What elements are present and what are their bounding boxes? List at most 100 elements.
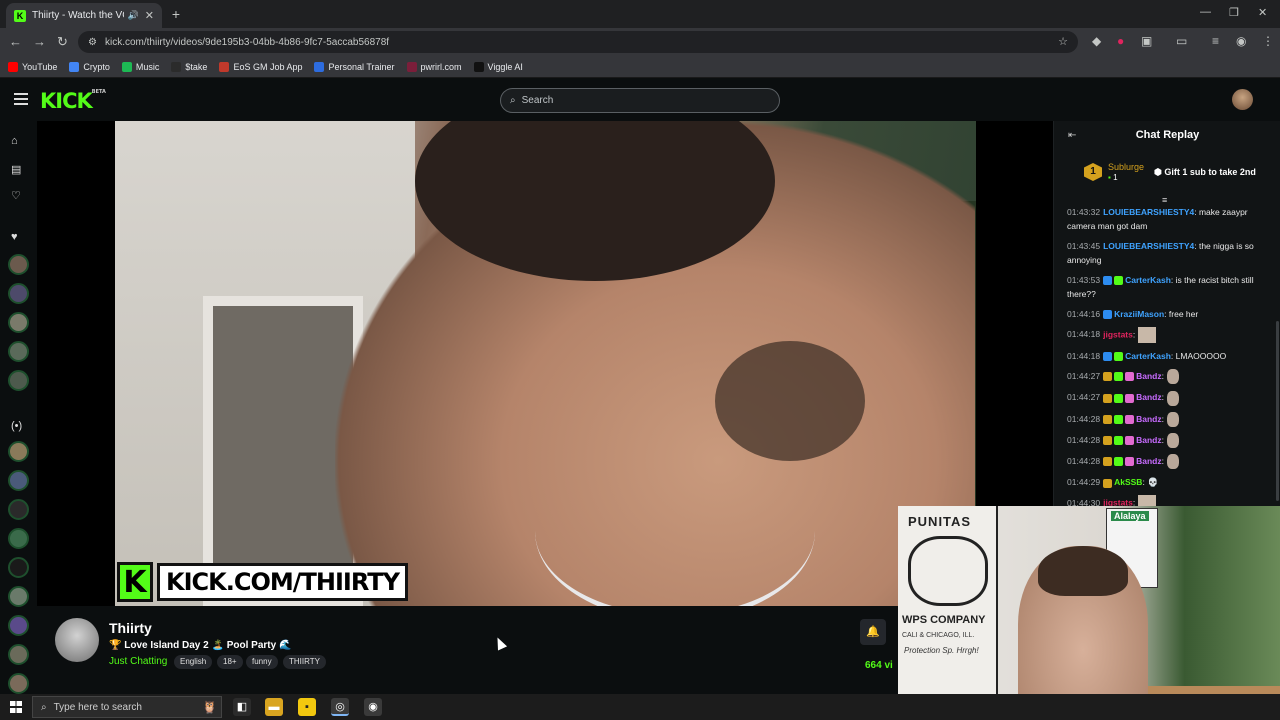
- close-window-icon[interactable]: ✕: [1258, 6, 1267, 19]
- emote-image-icon: [1138, 327, 1157, 343]
- followed-channel-avatar[interactable]: [8, 370, 29, 391]
- bookmark-item[interactable]: Viggle AI: [473, 61, 523, 72]
- hamburger-menu-icon[interactable]: [14, 93, 28, 105]
- restore-icon[interactable]: ❐: [1229, 6, 1239, 19]
- bookmark-item[interactable]: Personal Trainer: [314, 61, 395, 72]
- new-tab-button[interactable]: +: [167, 5, 185, 23]
- back-icon[interactable]: ←: [9, 34, 22, 49]
- bookmark-item[interactable]: EoS GM Job App: [219, 61, 302, 72]
- bookmark-item[interactable]: Crypto: [69, 61, 110, 72]
- recommended-channel-avatar[interactable]: [8, 615, 29, 636]
- home-icon[interactable]: ⌂: [11, 135, 18, 147]
- browser-tab-active[interactable]: K Thiirty - Watch the VOD on 🔊 ✕: [6, 3, 162, 28]
- category-link[interactable]: Just Chatting: [109, 656, 167, 667]
- bookmark-item[interactable]: YouTube: [8, 61, 57, 72]
- bookmark-item[interactable]: $take: [171, 61, 207, 72]
- bookmark-label: Personal Trainer: [328, 61, 395, 72]
- chat-scrollbar[interactable]: [1276, 321, 1279, 501]
- followed-channel-avatar[interactable]: [8, 312, 29, 333]
- bookmark-item[interactable]: Music: [121, 61, 159, 72]
- record-extension-icon[interactable]: ●: [1117, 34, 1124, 48]
- user-avatar[interactable]: [1232, 89, 1253, 110]
- user-badge-icon: [1125, 436, 1135, 445]
- chat-message: 01:44:29 AkSSB: 💀: [1067, 475, 1273, 489]
- user-badge-icon: [1114, 372, 1124, 382]
- search-placeholder: Search: [521, 95, 554, 106]
- notification-bell-button[interactable]: 🔔: [860, 619, 886, 645]
- channel-name[interactable]: Thiirty: [109, 620, 152, 636]
- channel-info: Thiirty 🏆 Love Island Day 2 🏝️ Pool Part…: [37, 606, 897, 694]
- user-badge-icon: [1103, 478, 1113, 488]
- chat-username[interactable]: KraziiMason: [1114, 309, 1164, 319]
- followed-channel-avatar[interactable]: [8, 254, 29, 275]
- followed-channel-avatar[interactable]: [8, 283, 29, 304]
- pen-icon: [314, 61, 325, 72]
- user-badge-icon: [1125, 372, 1135, 382]
- menu-kebab-icon[interactable]: ⋮: [1262, 34, 1274, 48]
- chat-message: 01:43:45 LOUIEBEARSHIESTY4: the nigga is …: [1067, 239, 1273, 267]
- followed-channel-avatar[interactable]: [8, 341, 29, 362]
- stake-icon: [171, 61, 182, 72]
- search-input[interactable]: ⌕ Search: [500, 88, 780, 113]
- recommended-channel-avatar[interactable]: [8, 470, 29, 491]
- reload-icon[interactable]: ↻: [57, 34, 68, 50]
- site-info-icon[interactable]: ⚙: [88, 37, 97, 48]
- chat-username[interactable]: Bandz: [1136, 414, 1162, 424]
- recommended-channel-avatar[interactable]: [8, 644, 29, 665]
- pinned-gift-leaderboard[interactable]: 1 Sublurge ▪ 1 ⬢ Gift 1 sub to take 2nd: [1084, 162, 1256, 182]
- chat-title: Chat Replay: [1135, 129, 1200, 141]
- taskbar-search-input[interactable]: ⌕ Type here to search 🦉: [32, 696, 222, 718]
- wall-poster: PUNITAS WPS COMPANY CALI & CHICAGO, ILL.…: [898, 506, 998, 720]
- chat-username[interactable]: Bandz: [1136, 456, 1162, 466]
- profile-avatar-icon[interactable]: ◉: [1236, 34, 1246, 48]
- bookmark-star-icon[interactable]: ☆: [1058, 35, 1068, 48]
- kick-logo[interactable]: KICKBETA: [40, 89, 106, 113]
- sticky-notes-icon[interactable]: ▪: [298, 698, 316, 716]
- speaker-icon[interactable]: 🔊: [128, 10, 139, 21]
- task-view-icon[interactable]: ◧: [233, 698, 251, 716]
- message-timestamp: 01:44:18: [1067, 351, 1101, 361]
- watermark-text: KICK.COM/THIIRTY: [157, 563, 408, 601]
- tag-18plus[interactable]: 18+: [217, 655, 243, 669]
- chat-username[interactable]: Bandz: [1136, 392, 1162, 402]
- close-tab-icon[interactable]: ✕: [145, 9, 154, 22]
- chat-username[interactable]: Bandz: [1136, 435, 1162, 445]
- minimize-icon[interactable]: —: [1200, 6, 1211, 18]
- url-bar[interactable]: ⚙ kick.com/thiirty/videos/9de195b3-04bb-…: [78, 31, 1078, 53]
- recommended-channel-avatar[interactable]: [8, 441, 29, 462]
- user-badge-icon: [1114, 414, 1124, 424]
- file-explorer-icon[interactable]: ▬: [265, 698, 283, 716]
- extensions-puzzle-icon[interactable]: ▣: [1141, 34, 1152, 48]
- cast-icon[interactable]: ▭: [1176, 34, 1187, 48]
- channel-avatar[interactable]: [55, 618, 99, 662]
- user-badge-icon: [1103, 310, 1113, 320]
- chat-username[interactable]: Bandz: [1136, 371, 1162, 381]
- message-text: : free her: [1164, 309, 1199, 319]
- chat-username[interactable]: CarterKash: [1125, 351, 1171, 361]
- chat-username[interactable]: LOUIEBEARSHIESTY4: [1103, 241, 1194, 251]
- recommended-channel-avatar[interactable]: [8, 673, 29, 694]
- obs-icon[interactable]: ◉: [364, 698, 382, 716]
- extension-icon[interactable]: ◆: [1092, 34, 1101, 48]
- user-badge-icon: [1103, 372, 1113, 382]
- tag-english[interactable]: English: [174, 655, 213, 669]
- forward-icon[interactable]: →: [33, 34, 46, 49]
- recommended-channel-avatar[interactable]: [8, 557, 29, 578]
- recommended-channel-avatar[interactable]: [8, 586, 29, 607]
- chat-username[interactable]: LOUIEBEARSHIESTY4: [1103, 207, 1194, 217]
- chat-username[interactable]: jigstats: [1103, 329, 1133, 339]
- tag-thiirty[interactable]: THIIRTY: [283, 655, 326, 669]
- browse-icon[interactable]: ▤: [11, 163, 21, 176]
- chat-username[interactable]: AkSSB: [1114, 477, 1142, 487]
- recommended-channel-avatar[interactable]: [8, 528, 29, 549]
- windows-start-icon[interactable]: [10, 701, 22, 713]
- recommended-channel-avatar[interactable]: [8, 499, 29, 520]
- chat-username[interactable]: CarterKash: [1125, 275, 1171, 285]
- message-text: :: [1161, 392, 1164, 403]
- tag-funny[interactable]: funny: [246, 655, 278, 669]
- following-icon[interactable]: ♡: [11, 189, 21, 202]
- chat-message: 01:44:27 Bandz:: [1067, 390, 1273, 406]
- bookmark-item[interactable]: pwrirl.com: [406, 61, 462, 72]
- chrome-icon[interactable]: ◎: [331, 698, 349, 716]
- media-icon[interactable]: ≡: [1212, 34, 1219, 48]
